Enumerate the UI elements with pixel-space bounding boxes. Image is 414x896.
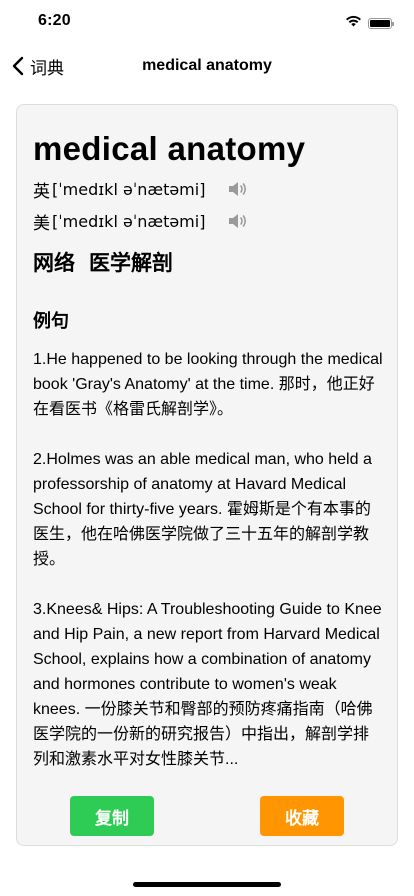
speaker-icon[interactable] (227, 180, 249, 198)
wifi-icon (345, 14, 362, 32)
battery-icon (368, 17, 394, 29)
phonetic-row-uk: 英 [ˈmedɪkl əˈnætəmi] (33, 173, 383, 205)
speaker-icon[interactable] (227, 212, 249, 230)
phonetic-ipa: [ˈmedɪkl əˈnætəmi] (52, 211, 206, 231)
page-title: medical anatomy (142, 57, 272, 74)
phonetic-lang: 美 (33, 213, 50, 233)
status-time: 6:20 (38, 12, 71, 29)
example-sentence: 3.Knees& Hips: A Troubleshooting Guide t… (33, 601, 382, 768)
favorite-button[interactable]: 收藏 (260, 796, 344, 836)
web-definition: 网络 医学解剖 (33, 247, 383, 281)
phonetic-lang: 英 (33, 181, 50, 201)
status-bar: 6:20 (0, 0, 414, 44)
examples-title: 例句 (33, 311, 69, 331)
examples-list: 1.He happened to be looking through the … (33, 347, 383, 772)
definition-meaning: 医学解剖 (89, 252, 173, 275)
home-indicator[interactable] (133, 882, 281, 887)
phonetic-row-us: 美 [ˈmedɪkl əˈnætəmi] (33, 205, 383, 237)
definition-source: 网络 (33, 252, 75, 275)
copy-button[interactable]: 复制 (70, 796, 154, 836)
navigation-bar: 词典 medical anatomy (0, 44, 414, 88)
entry-card: medical anatomy 英 [ˈmedɪkl əˈnætəmi] 美 [… (16, 104, 398, 846)
example-sentence: 2.Holmes was an able medical man, who he… (33, 451, 372, 568)
status-icons (345, 14, 394, 32)
headword: medical anatomy (33, 130, 306, 167)
example-sentence: 1.He happened to be looking through the … (33, 351, 383, 418)
entry-content: medical anatomy 英 [ˈmedɪkl əˈnætəmi] 美 [… (33, 125, 383, 797)
phonetic-ipa: [ˈmedɪkl əˈnætəmi] (52, 179, 206, 199)
